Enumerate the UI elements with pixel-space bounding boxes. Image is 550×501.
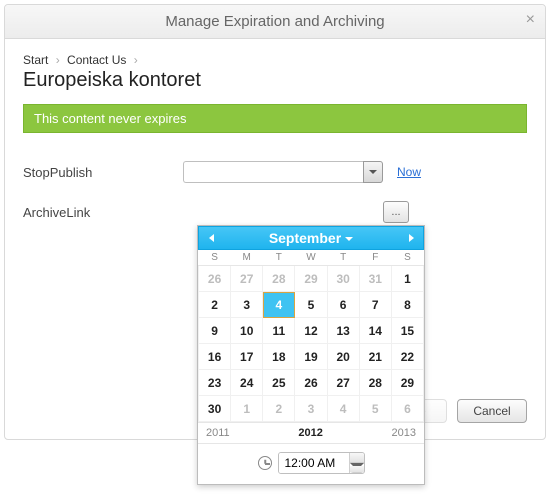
- calendar-day[interactable]: 26: [295, 370, 327, 396]
- status-bar: This content never expires: [23, 104, 527, 133]
- calendar-day[interactable]: 14: [359, 318, 391, 344]
- calendar-day[interactable]: 8: [391, 292, 423, 318]
- calendar-time-row: [198, 443, 424, 484]
- breadcrumb-sep: ›: [56, 53, 60, 67]
- calendar-popup: September SMTWTFS 2627282930311234567891…: [197, 225, 425, 485]
- calendar-day[interactable]: 29: [295, 266, 327, 292]
- stop-publish-combo: [183, 161, 383, 183]
- calendar-next-year[interactable]: 2013: [392, 427, 416, 439]
- clock-icon: [258, 456, 272, 470]
- calendar-day[interactable]: 5: [295, 292, 327, 318]
- calendar-grid: SMTWTFS 26272829303112345678910111213141…: [198, 250, 424, 422]
- chevron-up-icon: [350, 453, 364, 463]
- calendar-day[interactable]: 24: [231, 370, 263, 396]
- dialog-header: Manage Expiration and Archiving ×: [5, 5, 545, 39]
- row-archive-link: ArchiveLink ...: [23, 201, 527, 223]
- breadcrumb-link-start[interactable]: Start: [23, 53, 48, 67]
- time-spinner: [349, 453, 364, 473]
- calendar-weekday: S: [199, 250, 231, 266]
- calendar-day[interactable]: 23: [199, 370, 231, 396]
- calendar-day[interactable]: 27: [231, 266, 263, 292]
- calendar-day[interactable]: 28: [263, 266, 295, 292]
- calendar-day[interactable]: 25: [263, 370, 295, 396]
- calendar-day[interactable]: 13: [327, 318, 359, 344]
- calendar-current-year[interactable]: 2012: [298, 427, 322, 439]
- calendar-day[interactable]: 30: [327, 266, 359, 292]
- chevron-down-icon: [345, 237, 353, 241]
- calendar-day[interactable]: 27: [327, 370, 359, 396]
- calendar-day[interactable]: 10: [231, 318, 263, 344]
- chevron-down-icon: [369, 170, 377, 174]
- calendar-header: September: [198, 226, 424, 250]
- calendar-month-text: September: [269, 230, 341, 246]
- dialog-title: Manage Expiration and Archiving: [165, 13, 384, 30]
- calendar-day[interactable]: 30: [199, 396, 231, 422]
- calendar-weekday: T: [327, 250, 359, 266]
- calendar-year-row: 2011 2012 2013: [198, 422, 424, 443]
- calendar-day[interactable]: 7: [359, 292, 391, 318]
- calendar-weekday: S: [391, 250, 423, 266]
- calendar-day[interactable]: 18: [263, 344, 295, 370]
- archive-link-label: ArchiveLink: [23, 205, 183, 220]
- cancel-button[interactable]: Cancel: [457, 399, 527, 423]
- calendar-day[interactable]: 15: [391, 318, 423, 344]
- chevron-left-icon: [209, 234, 214, 242]
- calendar-day[interactable]: 26: [199, 266, 231, 292]
- calendar-weekday: M: [231, 250, 263, 266]
- time-input-box: [278, 452, 365, 474]
- stop-publish-dropdown-button[interactable]: [363, 161, 383, 183]
- calendar-day[interactable]: 4: [263, 292, 295, 318]
- time-spin-down[interactable]: [350, 463, 364, 473]
- close-icon[interactable]: ×: [526, 11, 535, 29]
- calendar-prev-button[interactable]: [201, 227, 221, 249]
- calendar-prev-year[interactable]: 2011: [206, 427, 230, 439]
- calendar-day[interactable]: 2: [199, 292, 231, 318]
- archive-link-browse-button[interactable]: ...: [383, 201, 409, 223]
- calendar-day[interactable]: 31: [359, 266, 391, 292]
- time-input[interactable]: [279, 453, 349, 473]
- calendar-day[interactable]: 29: [391, 370, 423, 396]
- calendar-weekday: W: [295, 250, 327, 266]
- calendar-day[interactable]: 3: [295, 396, 327, 422]
- calendar-weekday: T: [263, 250, 295, 266]
- calendar-day[interactable]: 5: [359, 396, 391, 422]
- calendar-day[interactable]: 1: [231, 396, 263, 422]
- calendar-day[interactable]: 9: [199, 318, 231, 344]
- calendar-weekday: F: [359, 250, 391, 266]
- calendar-day[interactable]: 12: [295, 318, 327, 344]
- calendar-day[interactable]: 6: [391, 396, 423, 422]
- calendar-day[interactable]: 19: [295, 344, 327, 370]
- chevron-right-icon: [409, 234, 414, 242]
- now-link[interactable]: Now: [397, 165, 421, 179]
- breadcrumb: Start › Contact Us ›: [23, 53, 527, 67]
- calendar-day[interactable]: 20: [327, 344, 359, 370]
- chevron-down-icon: [350, 463, 364, 473]
- calendar-day[interactable]: 4: [327, 396, 359, 422]
- calendar-day[interactable]: 22: [391, 344, 423, 370]
- calendar-next-button[interactable]: [401, 227, 421, 249]
- calendar-day[interactable]: 28: [359, 370, 391, 396]
- calendar-day[interactable]: 17: [231, 344, 263, 370]
- breadcrumb-link-contact[interactable]: Contact Us: [67, 53, 126, 67]
- dialog-body: Start › Contact Us › Europeiska kontoret…: [5, 39, 545, 439]
- row-stop-publish: StopPublish Now: [23, 161, 527, 183]
- calendar-day[interactable]: 16: [199, 344, 231, 370]
- time-spin-up[interactable]: [350, 453, 364, 463]
- page-title: Europeiska kontoret: [23, 69, 527, 92]
- stop-publish-input[interactable]: [183, 161, 363, 183]
- calendar-day[interactable]: 11: [263, 318, 295, 344]
- calendar-day[interactable]: 6: [327, 292, 359, 318]
- calendar-day[interactable]: 2: [263, 396, 295, 422]
- stop-publish-label: StopPublish: [23, 165, 183, 180]
- dialog: Manage Expiration and Archiving × Start …: [4, 4, 546, 440]
- calendar-day[interactable]: 3: [231, 292, 263, 318]
- calendar-day[interactable]: 1: [391, 266, 423, 292]
- calendar-day[interactable]: 21: [359, 344, 391, 370]
- calendar-month-label[interactable]: September: [269, 230, 353, 246]
- breadcrumb-sep: ›: [134, 53, 138, 67]
